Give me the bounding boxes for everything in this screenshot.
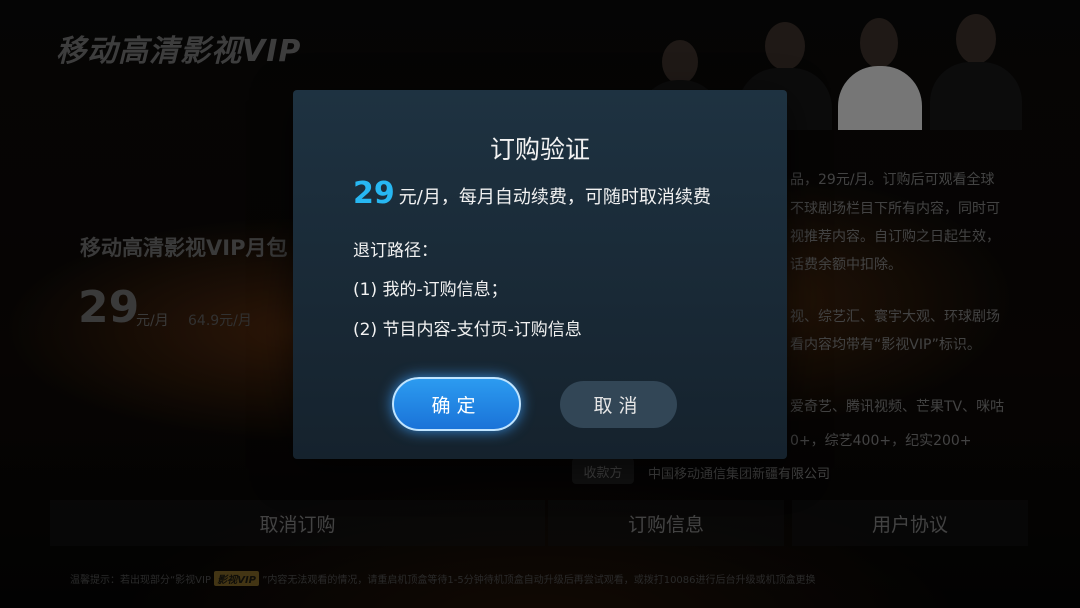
route-step-1: (1) 我的-订购信息；: [353, 280, 508, 300]
route-step-2: (2) 节目内容-支付页-订购信息: [353, 320, 582, 340]
dialog-price-text: 元/月，每月自动续费，可随时取消续费: [398, 187, 711, 208]
price-line: 29 元/月，每月自动续费，可随时取消续费: [353, 176, 711, 211]
route-label: 退订路径：: [353, 241, 438, 261]
dialog-price: 29: [353, 176, 395, 211]
cancel-button[interactable]: 取消: [560, 381, 677, 428]
confirm-button[interactable]: 确定: [392, 377, 521, 431]
subscription-verification-dialog: 订购验证 29 元/月，每月自动续费，可随时取消续费 退订路径： (1) 我的-…: [293, 90, 787, 459]
dialog-title: 订购验证: [489, 135, 590, 164]
